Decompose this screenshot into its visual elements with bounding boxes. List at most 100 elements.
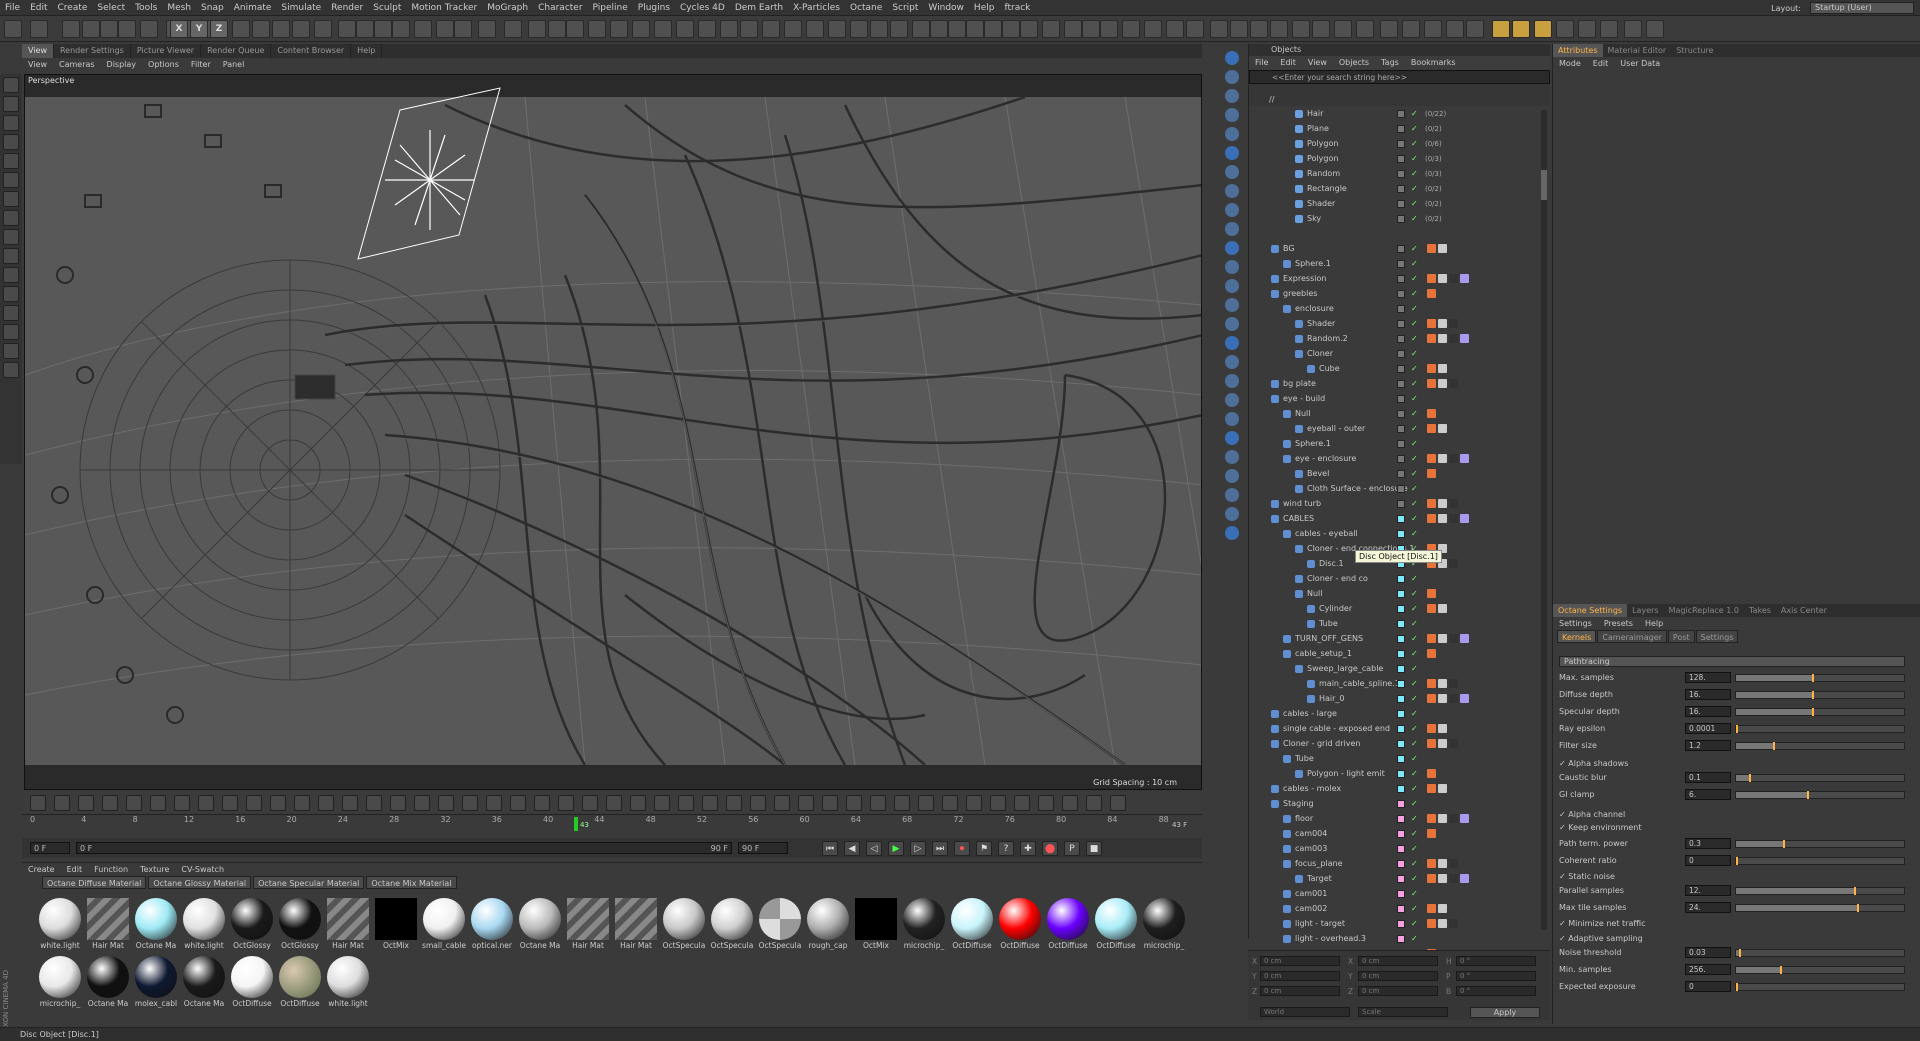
toolbar2-icon-41[interactable] bbox=[1014, 795, 1030, 811]
object-tag-icon[interactable] bbox=[1438, 634, 1447, 643]
enabled-check[interactable]: ✓ bbox=[1411, 919, 1418, 928]
start-frame-field[interactable]: 0 F bbox=[30, 842, 70, 854]
enabled-check[interactable]: ✓ bbox=[1411, 169, 1418, 178]
left-tool-3[interactable] bbox=[3, 134, 19, 150]
toolbar-icon-68[interactable] bbox=[1446, 20, 1464, 38]
toolbar2-icon-32[interactable] bbox=[798, 795, 814, 811]
enabled-check[interactable]: ✓ bbox=[1411, 319, 1418, 328]
object-tag-icon[interactable] bbox=[1427, 604, 1436, 613]
toolbar-icon-33[interactable] bbox=[720, 20, 738, 38]
checkbox-static_noise[interactable]: ✓ Static noise bbox=[1559, 872, 1615, 881]
visibility-toggle[interactable] bbox=[1397, 364, 1405, 373]
octane-tool-24[interactable] bbox=[1225, 507, 1239, 521]
object-tag-icon[interactable] bbox=[1427, 919, 1436, 928]
visibility-toggle[interactable] bbox=[1397, 394, 1405, 403]
transport-btn-7[interactable]: ⚑ bbox=[976, 841, 992, 856]
visibility-toggle[interactable] bbox=[1397, 184, 1405, 193]
enabled-check[interactable]: ✓ bbox=[1411, 814, 1418, 823]
object-name[interactable]: greebles bbox=[1283, 289, 1317, 298]
object-tag-icon[interactable] bbox=[1438, 694, 1447, 703]
octane-tool-17[interactable] bbox=[1225, 374, 1239, 388]
objects-menu-objects[interactable]: Objects bbox=[1333, 56, 1375, 70]
object-tag-icon[interactable] bbox=[1449, 874, 1458, 883]
toolbar-icon-48[interactable] bbox=[1020, 20, 1038, 38]
object-tag-icon[interactable] bbox=[1427, 289, 1436, 298]
left-tool-11[interactable] bbox=[3, 286, 19, 302]
toolbar-icon-26[interactable] bbox=[566, 20, 584, 38]
object-row[interactable]: Shader ✓ (0/2) bbox=[1249, 196, 1550, 211]
object-tag-icon[interactable] bbox=[1427, 769, 1436, 778]
enabled-check[interactable]: ✓ bbox=[1411, 589, 1418, 598]
param-value-field[interactable]: 0 bbox=[1685, 981, 1731, 992]
toolbar-icon-50[interactable] bbox=[1064, 20, 1082, 38]
material-swatch[interactable]: molex_cabl bbox=[132, 955, 180, 1013]
object-tag-icon[interactable] bbox=[1460, 634, 1469, 643]
visibility-toggle[interactable] bbox=[1397, 244, 1405, 253]
menu-mesh[interactable]: Mesh bbox=[162, 3, 196, 13]
visibility-toggle[interactable] bbox=[1397, 664, 1405, 673]
object-tag-icon[interactable] bbox=[1427, 409, 1436, 418]
object-row[interactable]: Tube ✓ bbox=[1249, 616, 1550, 631]
object-name[interactable]: Cube bbox=[1319, 364, 1340, 373]
toolbar-icon-51[interactable] bbox=[1082, 20, 1100, 38]
object-tag-icon[interactable] bbox=[1438, 499, 1447, 508]
attr-menu-0[interactable]: Mode bbox=[1553, 57, 1587, 70]
menu-select[interactable]: Select bbox=[92, 3, 130, 13]
toolbar-icon-47[interactable] bbox=[1002, 20, 1020, 38]
octane-tool-6[interactable] bbox=[1225, 165, 1239, 179]
toolbar-icon-60[interactable] bbox=[1270, 20, 1288, 38]
toolbar-icon-54[interactable] bbox=[1144, 20, 1162, 38]
material-swatch[interactable]: Hair Mat bbox=[84, 897, 132, 955]
toolbar-icon-44[interactable] bbox=[948, 20, 966, 38]
objects-menu-tags[interactable]: Tags bbox=[1375, 56, 1405, 70]
attr-tab-2[interactable]: Structure bbox=[1671, 44, 1718, 57]
object-tag-icon[interactable] bbox=[1427, 514, 1436, 523]
octane-tool-5[interactable] bbox=[1225, 146, 1239, 160]
toolbar2-icon-39[interactable] bbox=[966, 795, 982, 811]
object-name[interactable]: Staging bbox=[1283, 799, 1314, 808]
material-swatch[interactable]: OctGlossy bbox=[276, 897, 324, 955]
material-swatch[interactable]: Octane Ma bbox=[132, 897, 180, 955]
object-tag-icon[interactable] bbox=[1460, 274, 1469, 283]
object-tag-icon[interactable] bbox=[1449, 499, 1458, 508]
toolbar-icon-19[interactable] bbox=[414, 20, 432, 38]
toolbar2-icon-7[interactable] bbox=[198, 795, 214, 811]
transport-btn-5[interactable]: ⏭ bbox=[932, 841, 948, 856]
menu-render[interactable]: Render bbox=[326, 3, 368, 13]
object-row[interactable]: Null ✓ bbox=[1249, 586, 1550, 601]
param-slider[interactable] bbox=[1735, 674, 1905, 682]
toolbar2-icon-2[interactable] bbox=[78, 795, 94, 811]
toolbar-icon-2[interactable] bbox=[62, 20, 80, 38]
material-swatch[interactable]: Octane Ma bbox=[180, 955, 228, 1013]
object-row[interactable]: Null ✓ bbox=[1249, 406, 1550, 421]
menu-edit[interactable]: Edit bbox=[25, 3, 52, 13]
objects-menu-view[interactable]: View bbox=[1302, 56, 1333, 70]
object-row[interactable]: light - target ✓ bbox=[1249, 916, 1550, 931]
object-name[interactable]: enclosure bbox=[1295, 304, 1334, 313]
object-tag-icon[interactable] bbox=[1438, 784, 1447, 793]
toolbar-icon-64[interactable] bbox=[1356, 20, 1374, 38]
toolbar2-icon-26[interactable] bbox=[654, 795, 670, 811]
rot-h-field[interactable]: 0 ° bbox=[1456, 956, 1536, 966]
enabled-check[interactable]: ✓ bbox=[1411, 754, 1418, 763]
object-row[interactable]: cam001 ✓ bbox=[1249, 886, 1550, 901]
material-swatch[interactable]: small_cable bbox=[420, 897, 468, 955]
octane-menu-1[interactable]: Presets bbox=[1598, 617, 1639, 630]
toolbar-icon-35[interactable] bbox=[762, 20, 780, 38]
toolbar-icon-40[interactable] bbox=[870, 20, 888, 38]
enabled-check[interactable]: ✓ bbox=[1411, 694, 1418, 703]
toolbar2-icon-24[interactable] bbox=[606, 795, 622, 811]
visibility-toggle[interactable] bbox=[1397, 829, 1405, 838]
toolbar2-icon-23[interactable] bbox=[582, 795, 598, 811]
object-name[interactable]: Sweep_large_cable bbox=[1307, 664, 1383, 673]
param-slider[interactable] bbox=[1735, 904, 1905, 912]
visibility-toggle[interactable] bbox=[1397, 784, 1405, 793]
object-name[interactable]: Cloner bbox=[1307, 349, 1333, 358]
enabled-check[interactable]: ✓ bbox=[1411, 664, 1418, 673]
material-swatch[interactable]: OctDiffuse bbox=[276, 955, 324, 1013]
visibility-toggle[interactable] bbox=[1397, 844, 1405, 853]
menu-pipeline[interactable]: Pipeline bbox=[588, 3, 633, 13]
toolbar-icon-1[interactable] bbox=[30, 20, 48, 38]
visibility-toggle[interactable] bbox=[1397, 724, 1405, 733]
octane-tool-19[interactable] bbox=[1225, 412, 1239, 426]
